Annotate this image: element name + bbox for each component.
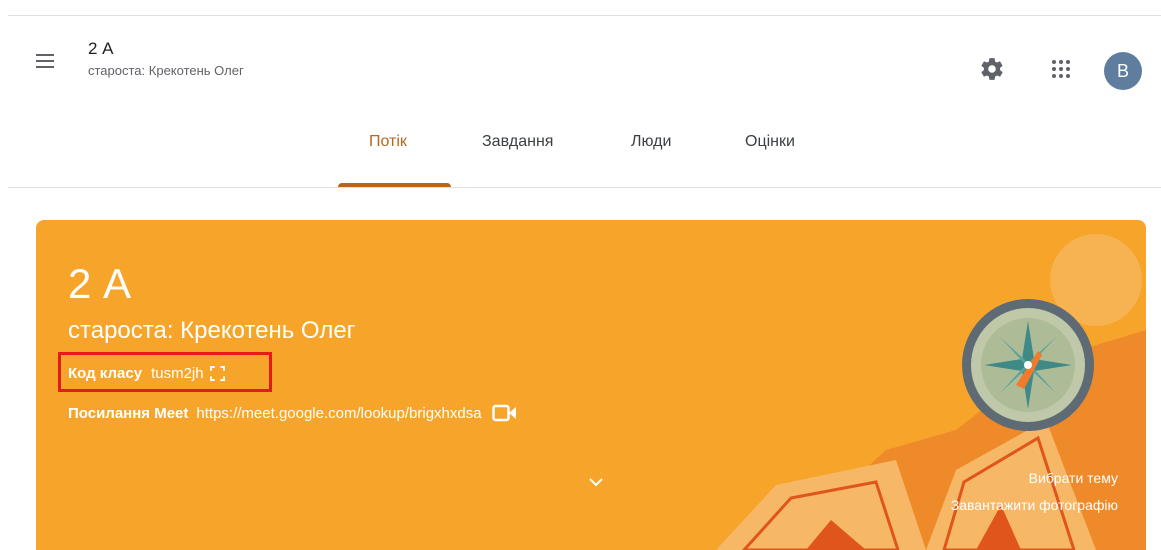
- main-menu-button[interactable]: [30, 46, 60, 76]
- gear-icon: [981, 58, 1003, 80]
- class-name: 2 А: [88, 39, 114, 58]
- banner-class-subtitle: староста: Крекотень Олег: [68, 317, 356, 344]
- tabs-divider: [8, 187, 1161, 188]
- menu-icon-line: [36, 60, 54, 62]
- class-tabs: Потік Завдання Люди Оцінки: [0, 120, 1161, 188]
- class-code-label: Код класу: [68, 365, 143, 382]
- apps-grid-icon: [1052, 60, 1070, 78]
- account-avatar[interactable]: В: [1104, 52, 1142, 90]
- class-code-row: Код класу tusm2jh: [68, 365, 225, 382]
- upload-photo-link[interactable]: Завантажити фотографію: [951, 497, 1118, 513]
- app-header: 2 А староста: Крекотень Олег В: [0, 16, 1161, 106]
- video-camera-icon[interactable]: [491, 404, 518, 422]
- banner-class-name: 2 А: [68, 260, 132, 307]
- apps-button[interactable]: [1044, 52, 1078, 86]
- settings-button[interactable]: [975, 52, 1009, 86]
- class-banner: 2 А староста: Крекотень Олег Код класу t…: [36, 220, 1146, 550]
- meet-label: Посилання Meet: [68, 404, 189, 422]
- meet-link[interactable]: https://meet.google.com/lookup/brigxhxds…: [196, 405, 481, 422]
- class-title-block[interactable]: 2 А староста: Крекотень Олег: [88, 38, 244, 80]
- class-code-value[interactable]: tusm2jh: [151, 365, 204, 382]
- choose-theme-link[interactable]: Вибрати тему: [1029, 470, 1118, 486]
- class-subtitle: староста: Крекотень Олег: [88, 63, 244, 78]
- tab-classwork[interactable]: Завдання: [482, 133, 553, 151]
- meet-link-row: Посилання Meet https://meet.google.com/l…: [68, 404, 518, 422]
- tab-stream[interactable]: Потік: [369, 133, 407, 151]
- menu-icon-line: [36, 54, 54, 56]
- menu-icon-line: [36, 66, 54, 68]
- chevron-down-icon[interactable]: [584, 470, 608, 494]
- tab-people[interactable]: Люди: [631, 133, 671, 151]
- fullscreen-icon[interactable]: [209, 366, 225, 381]
- tab-grades[interactable]: Оцінки: [745, 133, 795, 151]
